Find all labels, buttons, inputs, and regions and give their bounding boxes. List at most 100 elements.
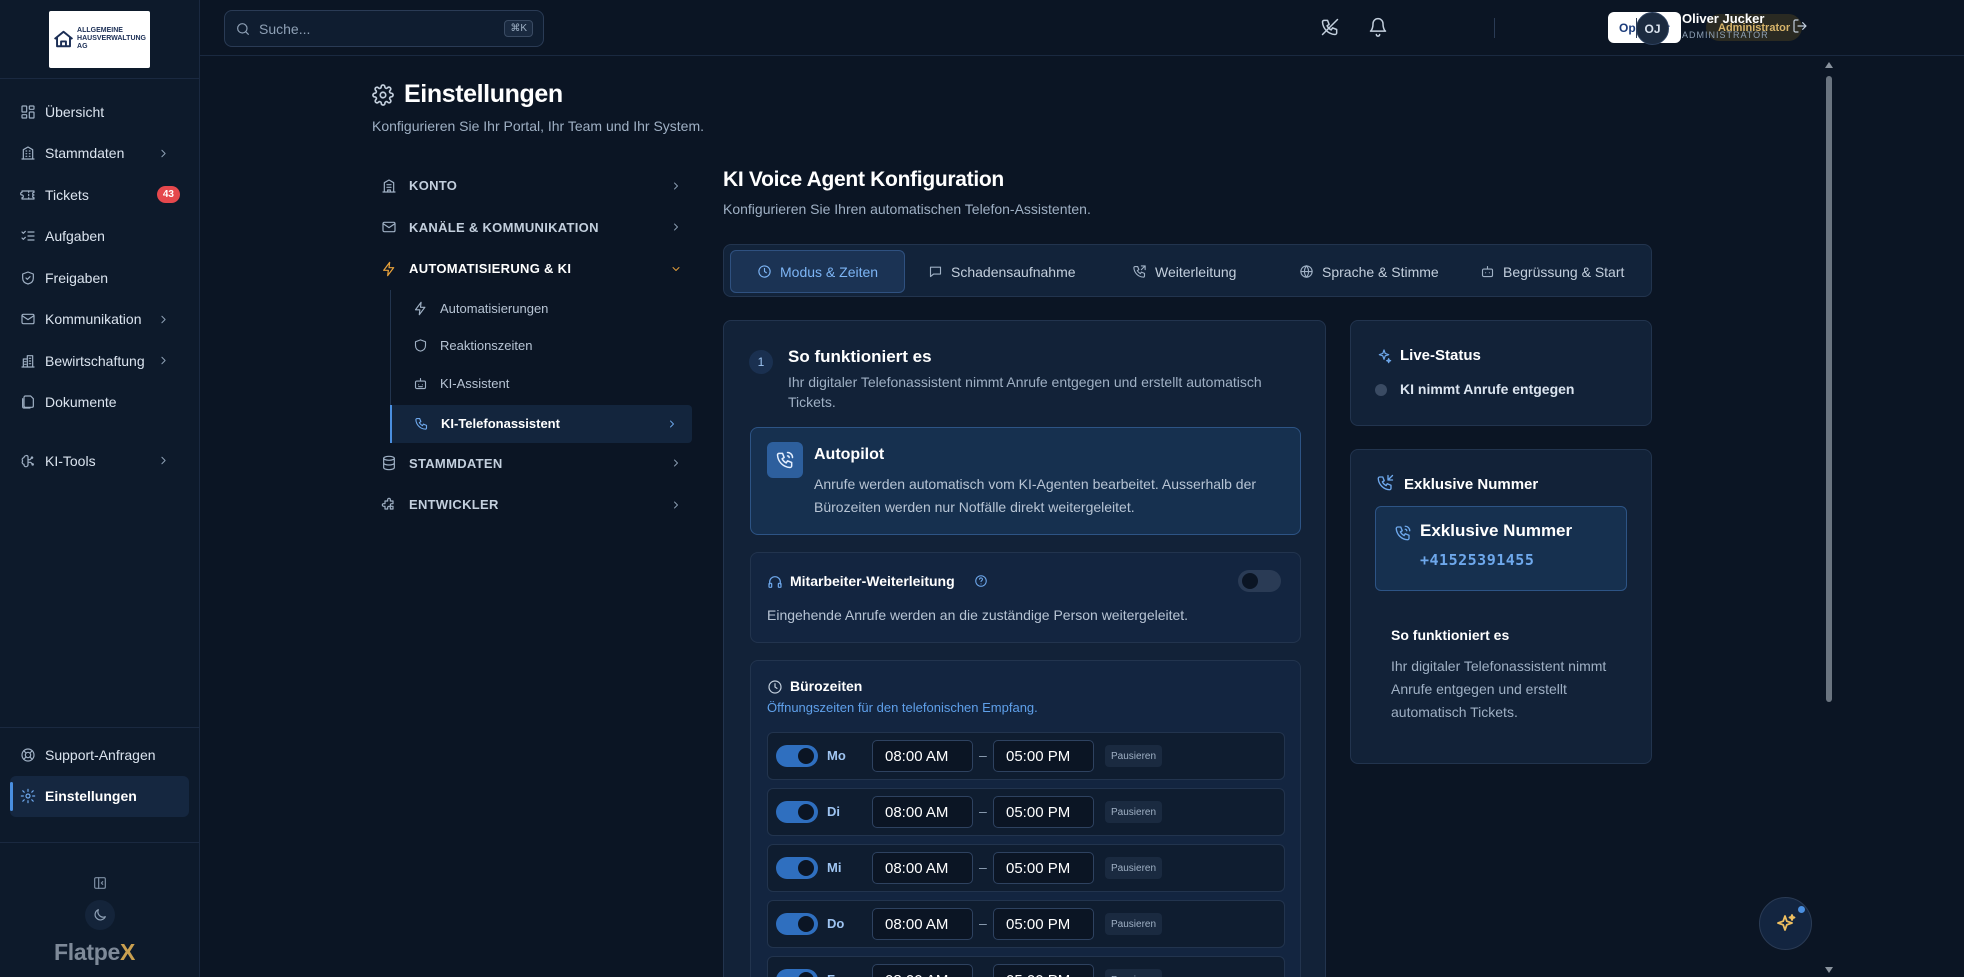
settings-subnav-ki-assistent[interactable]: KI-Assistent xyxy=(391,365,692,403)
end-time-input[interactable]: 05:00 PM xyxy=(993,964,1094,977)
notifications-button[interactable] xyxy=(1368,17,1388,37)
day-enabled-toggle[interactable] xyxy=(776,801,818,823)
sidebar-item-dokumente[interactable]: Dokumente xyxy=(0,382,199,424)
avatar[interactable]: OJ xyxy=(1636,12,1669,45)
settings-nav: KONTO KANÄLE & KOMMUNIKATION AUTOMATISIE… xyxy=(372,165,692,526)
time-separator: – xyxy=(979,971,987,977)
tab-label: Sprache & Stimme xyxy=(1322,263,1439,280)
day-enabled-toggle[interactable] xyxy=(776,969,818,977)
time-separator: – xyxy=(979,859,987,875)
collapse-sidebar-button[interactable] xyxy=(88,871,112,895)
forwarding-toggle[interactable] xyxy=(1238,570,1281,592)
settings-nav-label: STAMMDATEN xyxy=(409,455,503,471)
ai-assistant-fab[interactable] xyxy=(1759,897,1812,950)
sidebar-item-einstellungen[interactable]: Einstellungen xyxy=(10,775,189,817)
settings-subnav-automatisierungen[interactable]: Automatisierungen xyxy=(391,290,692,328)
page-title: Einstellungen xyxy=(372,80,563,109)
sidebar-item-freigaben[interactable]: Freigaben xyxy=(0,257,199,299)
tab-modus-zeiten[interactable]: Modus & Zeiten xyxy=(730,250,906,293)
page-scrollbar[interactable] xyxy=(1823,56,1835,977)
sidebar-item-kommunikation[interactable]: Kommunikation xyxy=(0,299,199,341)
end-time-input[interactable]: 05:00 PM xyxy=(993,740,1094,772)
day-enabled-toggle[interactable] xyxy=(776,913,818,935)
settings-subnav: Automatisierungen Reaktionszeiten KI-Ass… xyxy=(390,289,692,443)
pause-button[interactable]: Pausieren xyxy=(1105,801,1163,823)
fab-notification-dot xyxy=(1798,906,1805,913)
scroll-thumb[interactable] xyxy=(1826,76,1832,702)
exclusive-phone-number[interactable]: +41525391455 xyxy=(1420,551,1534,569)
theme-toggle-button[interactable] xyxy=(85,900,115,930)
logout-button[interactable] xyxy=(1792,18,1808,34)
pause-button[interactable]: Pausieren xyxy=(1105,969,1163,977)
sidebar-item-aufgaben[interactable]: Aufgaben xyxy=(0,216,199,258)
day-label: Do xyxy=(827,916,845,931)
house-logo-icon xyxy=(54,30,74,48)
settings-subnav-label: Reaktionszeiten xyxy=(440,338,533,354)
settings-subnav-ki-telefonassistent[interactable]: KI-Telefonassistent xyxy=(390,405,692,443)
company-logo[interactable]: ALLGEMEINE HAUSVERWALTUNG AG xyxy=(49,10,150,68)
help-icon[interactable] xyxy=(974,574,988,588)
settings-nav-stammdaten[interactable]: STAMMDATEN xyxy=(372,443,692,485)
settings-nav-entwickler[interactable]: ENTWICKLER xyxy=(372,484,692,526)
employee-forwarding-section: Mitarbeiter-Weiterleitung Eingehende Anr… xyxy=(750,552,1301,643)
sidebar-item-ki-tools[interactable]: KI-Tools xyxy=(0,440,199,482)
settings-nav-label: KONTO xyxy=(409,178,458,194)
day-enabled-toggle[interactable] xyxy=(776,857,818,879)
chat-icon xyxy=(929,266,942,278)
sidebar-item-stammdaten[interactable]: Stammdaten xyxy=(0,133,199,175)
office-hours-row: Mo 08:00 AM – 05:00 PM Pausieren xyxy=(767,732,1285,780)
pause-button[interactable]: Pausieren xyxy=(1105,913,1163,935)
tab-sprache-stimme[interactable]: Sprache & Stimme xyxy=(1289,250,1449,293)
sidebar-nav: Übersicht Stammdaten Tickets 43 Aufgaben… xyxy=(0,79,199,482)
tab-label: Begrüssung & Start xyxy=(1503,263,1625,280)
call-off-button[interactable] xyxy=(1320,17,1340,37)
start-time-input[interactable]: 08:00 AM xyxy=(872,740,973,772)
autopilot-option[interactable]: Autopilot Anrufe werden automatisch vom … xyxy=(750,427,1301,535)
autopilot-icon-box xyxy=(767,442,803,478)
step-number: 1 xyxy=(749,350,773,374)
settings-subnav-reaktionszeiten[interactable]: Reaktionszeiten xyxy=(391,327,692,365)
sidebar-item-uebersicht[interactable]: Übersicht xyxy=(0,91,199,133)
how-it-works-title: So funktioniert es xyxy=(788,347,932,366)
exclusive-number-box: Exklusive Nummer +41525391455 xyxy=(1375,506,1627,591)
search-input[interactable]: Suche... ⌘K xyxy=(224,10,544,47)
robot-icon xyxy=(1481,265,1494,278)
scroll-down-arrow[interactable] xyxy=(1825,967,1833,973)
sidebar-item-tickets[interactable]: Tickets 43 xyxy=(0,174,199,216)
logo-area: ALLGEMEINE HAUSVERWALTUNG AG xyxy=(0,0,199,79)
exclusive-how-text: Ihr digitaler Telefonassistent nimmt Anr… xyxy=(1391,658,1607,720)
start-time-input[interactable]: 08:00 AM xyxy=(872,908,973,940)
sidebar-item-label: Einstellungen xyxy=(45,788,137,805)
pause-button[interactable]: Pausieren xyxy=(1105,857,1163,879)
end-time-input[interactable]: 05:00 PM xyxy=(993,796,1094,828)
end-time-input[interactable]: 05:00 PM xyxy=(993,908,1094,940)
tab-schadensaufnahme[interactable]: Schadensaufnahme xyxy=(918,250,1086,293)
settings-nav-automatisierung[interactable]: AUTOMATISIERUNG & KI xyxy=(372,248,692,290)
live-status-title: Live-Status xyxy=(1400,347,1481,364)
chevron-right-icon xyxy=(674,182,678,190)
scroll-up-arrow[interactable] xyxy=(1825,62,1833,68)
bell-icon xyxy=(1369,17,1387,37)
sidebar-item-bewirtschaftung[interactable]: Bewirtschaftung xyxy=(0,340,199,382)
sidebar-item-support[interactable]: Support-Anfragen xyxy=(0,734,199,776)
tab-label: Modus & Zeiten xyxy=(780,263,879,280)
logout-icon xyxy=(1793,19,1807,33)
tab-label: Weiterleitung xyxy=(1155,263,1237,280)
start-time-input[interactable]: 08:00 AM xyxy=(872,796,973,828)
day-enabled-toggle[interactable] xyxy=(776,745,818,767)
tab-weiterleitung[interactable]: Weiterleitung xyxy=(1122,250,1246,293)
settings-nav-kanaele[interactable]: KANÄLE & KOMMUNIKATION xyxy=(372,207,692,249)
sidebar-item-label: Support-Anfragen xyxy=(45,746,156,763)
settings-nav-konto[interactable]: KONTO xyxy=(372,165,692,207)
search-placeholder: Suche... xyxy=(259,20,311,37)
pause-button[interactable]: Pausieren xyxy=(1105,745,1163,767)
start-time-input[interactable]: 08:00 AM xyxy=(872,852,973,884)
start-time-input[interactable]: 08:00 AM xyxy=(872,964,973,977)
tab-begruessung-start[interactable]: Begrüssung & Start xyxy=(1470,250,1634,293)
autopilot-title: Autopilot xyxy=(814,446,885,463)
phone-ringing-icon xyxy=(776,451,794,469)
chevron-right-icon xyxy=(161,149,166,157)
moon-icon xyxy=(94,909,106,921)
office-hours-row: Fr 08:00 AM – 05:00 PM Pausieren xyxy=(767,956,1285,977)
end-time-input[interactable]: 05:00 PM xyxy=(993,852,1094,884)
